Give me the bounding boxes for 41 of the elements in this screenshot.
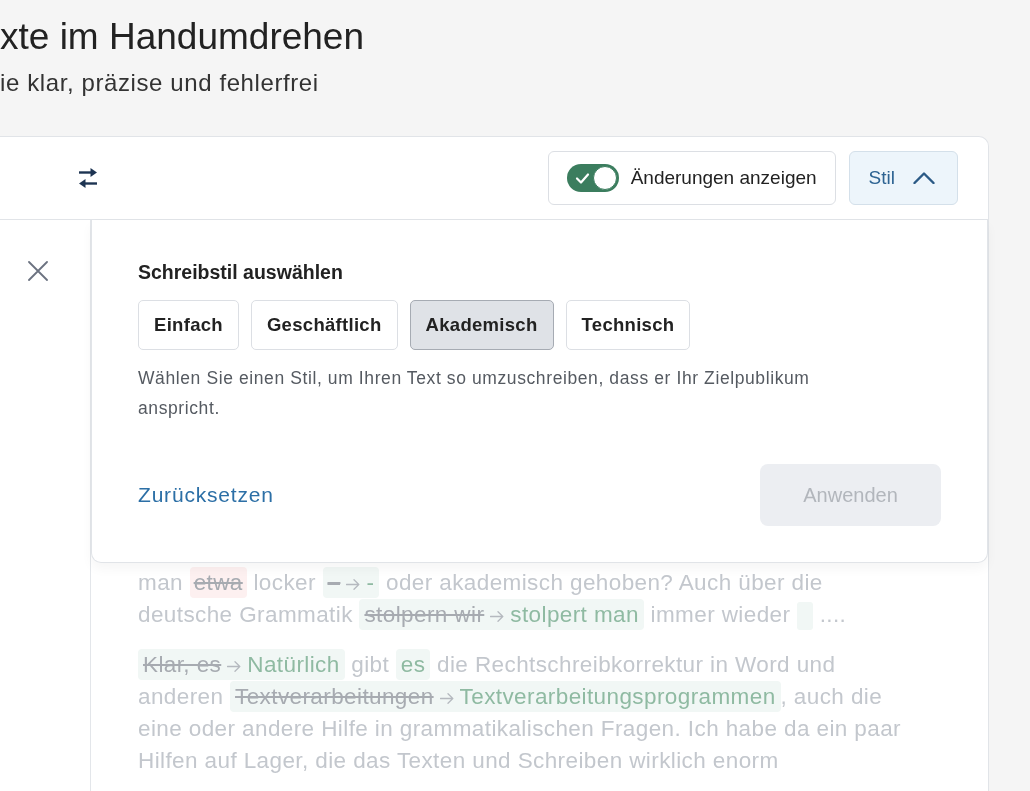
deleted-text: –: [327, 570, 341, 595]
inserted-text: stolpert man: [510, 602, 639, 627]
inserted-text: es: [395, 649, 431, 680]
editor-text: eine oder andere Hilfe in grammatikalischen Fragen. Ich habe da ein paar: [138, 716, 901, 741]
deleted-text: Textverarbeitungen: [235, 684, 434, 709]
deleted-text: Klar, es: [143, 652, 222, 677]
toggle-switch[interactable]: [566, 164, 619, 192]
editor-text: die Rechtschreibkorrektur in Word und: [436, 652, 836, 677]
page-subtitle: ie klar, präzise und fehlerfrei: [0, 69, 319, 97]
editor-text: Hilfen auf Lager, die das Texten und Schreiben wirklich enorm: [138, 748, 779, 773]
arrow-icon: [439, 693, 454, 704]
style-description: Wählen Sie einen Stil, um Ihren Text so umzuschreiben, dass er Ihr Zielpublikum anspricht.: [138, 367, 811, 420]
reset-link[interactable]: Zurücksetzen: [138, 483, 274, 507]
editor-text: locker: [252, 570, 317, 595]
arrow-icon: [346, 579, 361, 590]
inserted-text: -: [366, 570, 375, 595]
editor-text: ....: [818, 602, 847, 627]
editor-text: deutsche Grammatik: [138, 602, 354, 627]
show-changes-toggle[interactable]: Änderungen anzeigen: [547, 151, 836, 205]
inserted-text: Natürlich: [247, 652, 340, 677]
deleted-text: stolpern wir: [364, 602, 485, 627]
deleted-text: etwa: [189, 567, 247, 598]
swap-arrows-icon[interactable]: [78, 167, 98, 189]
popup-heading: Schreibstil auswählen: [138, 260, 343, 284]
style-option[interactable]: Einfach: [138, 300, 239, 350]
page-title: xte im Handumdrehen: [0, 15, 365, 59]
style-option[interactable]: Akademisch: [409, 300, 554, 350]
editor-text: , auch die: [780, 684, 883, 709]
style-option[interactable]: Technisch: [565, 300, 691, 350]
editor-text: immer wieder: [649, 602, 792, 627]
editor-text: oder akademisch gehoben? Auch über die: [384, 570, 823, 595]
close-icon[interactable]: [28, 261, 48, 281]
chevron-up-icon: [913, 172, 935, 184]
style-dropdown-button[interactable]: Stil: [848, 151, 958, 205]
arrow-icon: [490, 611, 505, 622]
style-option[interactable]: Geschäftlich: [250, 300, 398, 350]
editor-text: anderen: [138, 684, 225, 709]
editor-text: man: [138, 570, 184, 595]
inserted-text: Textverarbeitungsprogrammen: [459, 684, 776, 709]
editor-text: gibt: [350, 652, 391, 677]
arrow-icon: [227, 661, 242, 672]
